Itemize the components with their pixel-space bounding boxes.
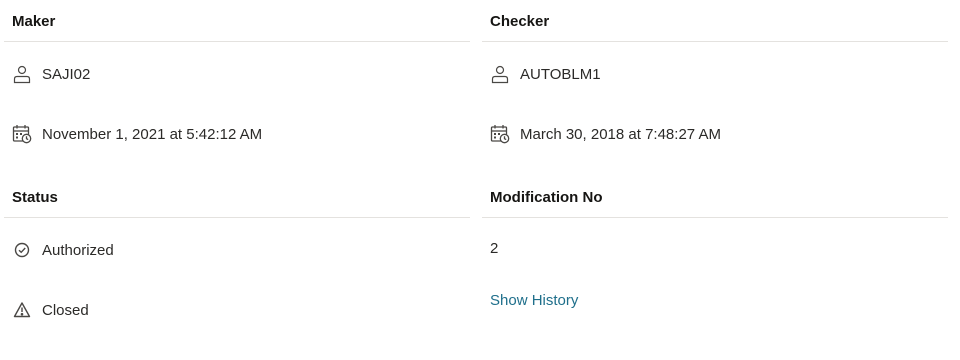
warning-triangle-icon xyxy=(12,300,32,320)
status-title: Status xyxy=(4,178,470,218)
checker-timestamp: March 30, 2018 at 7:48:27 AM xyxy=(520,125,721,143)
maker-date-row: November 1, 2021 at 5:42:12 AM xyxy=(12,124,262,144)
checker-user-id: AUTOBLM1 xyxy=(520,65,601,83)
checker-date-row: March 30, 2018 at 7:48:27 AM xyxy=(490,124,721,144)
user-icon xyxy=(12,64,32,84)
calendar-clock-icon xyxy=(490,124,510,144)
record-status: Closed xyxy=(42,301,89,319)
modification-title: Modification No xyxy=(482,178,948,218)
modification-section: Modification No 2 Show History xyxy=(482,178,948,309)
check-circle-icon xyxy=(12,240,32,260)
modification-number-row: 2 xyxy=(490,240,498,257)
authorization-status: Authorized xyxy=(42,241,114,259)
maker-user-row: SAJI02 xyxy=(12,64,90,84)
maker-section: Maker SAJI02 November 1, 2021 at 5:42:12… xyxy=(4,2,470,144)
maker-user-id: SAJI02 xyxy=(42,65,91,83)
checker-section: Checker AUTOBLM1 March 30, 2018 at 7:48:… xyxy=(482,2,948,144)
maker-title: Maker xyxy=(4,2,470,42)
record-status-row: Closed xyxy=(12,300,89,320)
calendar-clock-icon xyxy=(12,124,32,144)
authorization-status-row: Authorized xyxy=(12,240,114,260)
audit-panel: Maker SAJI02 November 1, 2021 at 5:42:12… xyxy=(0,0,960,360)
user-icon xyxy=(490,64,510,84)
modification-number: 2 xyxy=(490,240,499,257)
status-section: Status Authorized Closed xyxy=(4,178,470,319)
checker-user-row: AUTOBLM1 xyxy=(490,64,601,84)
show-history-link[interactable]: Show History xyxy=(490,292,578,309)
maker-timestamp: November 1, 2021 at 5:42:12 AM xyxy=(42,125,263,143)
show-history-row: Show History xyxy=(490,292,578,309)
checker-title: Checker xyxy=(482,2,948,42)
